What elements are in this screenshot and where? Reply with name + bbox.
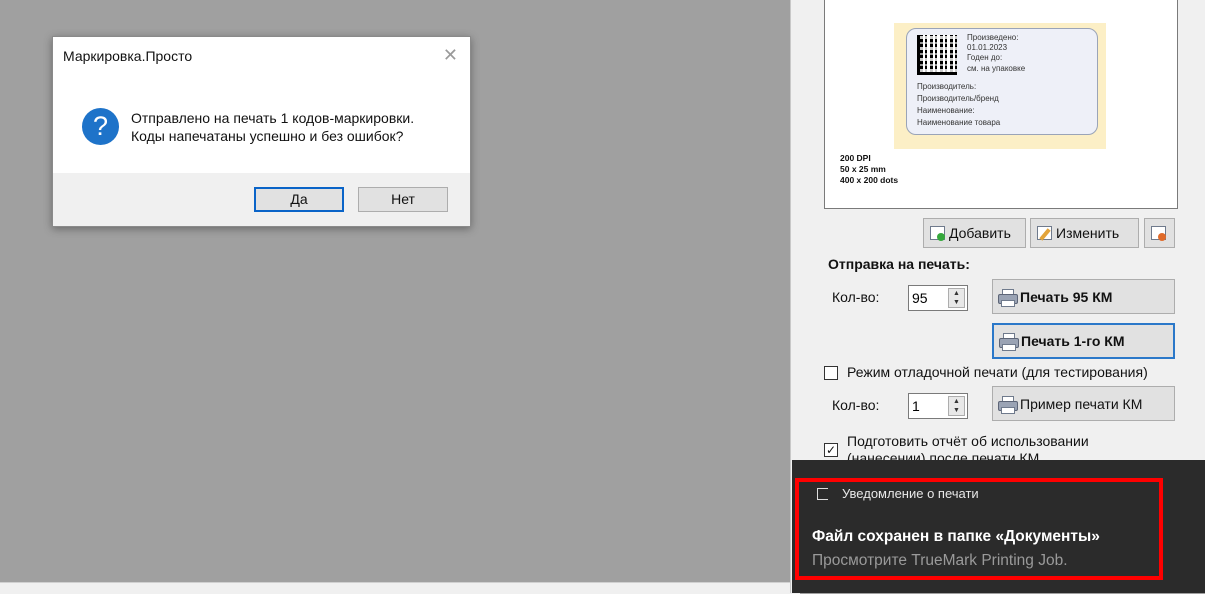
delete-template-button[interactable] — [1144, 218, 1175, 248]
add-document-icon — [928, 225, 946, 241]
print-one-label: Печать 1-го КМ — [1021, 333, 1125, 349]
edit-template-button[interactable]: Изменить — [1030, 218, 1139, 248]
expiry-label: Годен до: — [967, 53, 1003, 62]
dialog-message-line2: Коды напечатаны успешно и без ошибок? — [131, 128, 404, 144]
report-label-line1: Подготовить отчёт об использовании — [847, 433, 1089, 449]
dialog-message-line1: Отправлено на печать 1 кодов-маркировки. — [131, 110, 415, 126]
label-card: Произведено: 01.01.2023 Годен до: см. на… — [906, 28, 1098, 135]
datamatrix-code — [917, 35, 957, 75]
label-background: Произведено: 01.01.2023 Годен до: см. на… — [894, 23, 1106, 149]
expiry-value: см. на упаковке — [967, 64, 1026, 73]
confirm-dialog: Маркировка.Просто ✕ ? Отправлено на печа… — [52, 36, 471, 227]
qty-stepper[interactable]: 95 ▲ ▼ — [908, 285, 968, 311]
close-icon[interactable]: ✕ — [443, 45, 458, 66]
remove-document-icon — [1149, 225, 1167, 241]
add-template-label: Добавить — [949, 225, 1011, 241]
spin-arrows-icon[interactable]: ▲ ▼ — [948, 396, 965, 416]
dpi-text: 200 DPI — [840, 153, 871, 163]
question-icon: ? — [82, 108, 119, 145]
name-label: Наименование: — [917, 106, 975, 115]
qty-label: Кол-во: — [832, 289, 880, 305]
print-section-title: Отправка на печать: — [828, 256, 970, 272]
yes-button[interactable]: Да — [254, 187, 344, 212]
debug-qty-stepper[interactable]: 1 ▲ ▼ — [908, 393, 968, 419]
printer-icon — [998, 332, 1019, 351]
print-all-label: Печать 95 КМ — [1020, 288, 1113, 305]
size-dots-text: 400 x 200 dots — [840, 175, 899, 185]
produced-label: Произведено: — [967, 33, 1019, 42]
debug-qty-label: Кол-во: — [832, 397, 880, 413]
label-preview: Произведено: 01.01.2023 Годен до: см. на… — [824, 0, 1178, 209]
no-button[interactable]: Нет — [358, 187, 448, 212]
debug-mode-label[interactable]: Режим отладочной печати (для тестировани… — [847, 364, 1148, 380]
name-value: Наименование товара — [917, 118, 1001, 127]
debug-qty-value: 1 — [912, 398, 920, 414]
edit-template-label: Изменить — [1056, 225, 1120, 241]
print-all-button[interactable]: Печать 95 КМ — [992, 279, 1175, 314]
print-notification-toast[interactable]: Уведомление о печати Файл сохранен в пап… — [792, 460, 1205, 593]
size-mm-text: 50 x 25 mm — [840, 164, 886, 174]
manufacturer-label: Производитель: — [917, 82, 977, 91]
qty-value: 95 — [912, 290, 928, 306]
horizontal-scrollbar[interactable] — [0, 582, 800, 594]
sample-print-label: Пример печати КМ — [1020, 395, 1143, 412]
dialog-title: Маркировка.Просто — [63, 48, 193, 64]
sample-print-button[interactable]: Пример печати КМ — [992, 386, 1175, 421]
printer-icon — [997, 395, 1018, 414]
printer-icon — [997, 288, 1018, 307]
debug-mode-checkbox[interactable] — [824, 366, 838, 380]
produced-value: 01.01.2023 — [967, 43, 1008, 52]
edit-document-icon — [1035, 225, 1053, 241]
highlight-box — [795, 478, 1163, 580]
manufacturer-value: Производитель/бренд — [917, 94, 999, 103]
add-template-button[interactable]: Добавить — [923, 218, 1026, 248]
print-one-button[interactable]: Печать 1-го КМ — [992, 323, 1175, 359]
dialog-message: Отправлено на печать 1 кодов-маркировки.… — [131, 109, 414, 145]
report-checkbox[interactable]: ✓ — [824, 443, 838, 457]
spin-arrows-icon[interactable]: ▲ ▼ — [948, 288, 965, 308]
